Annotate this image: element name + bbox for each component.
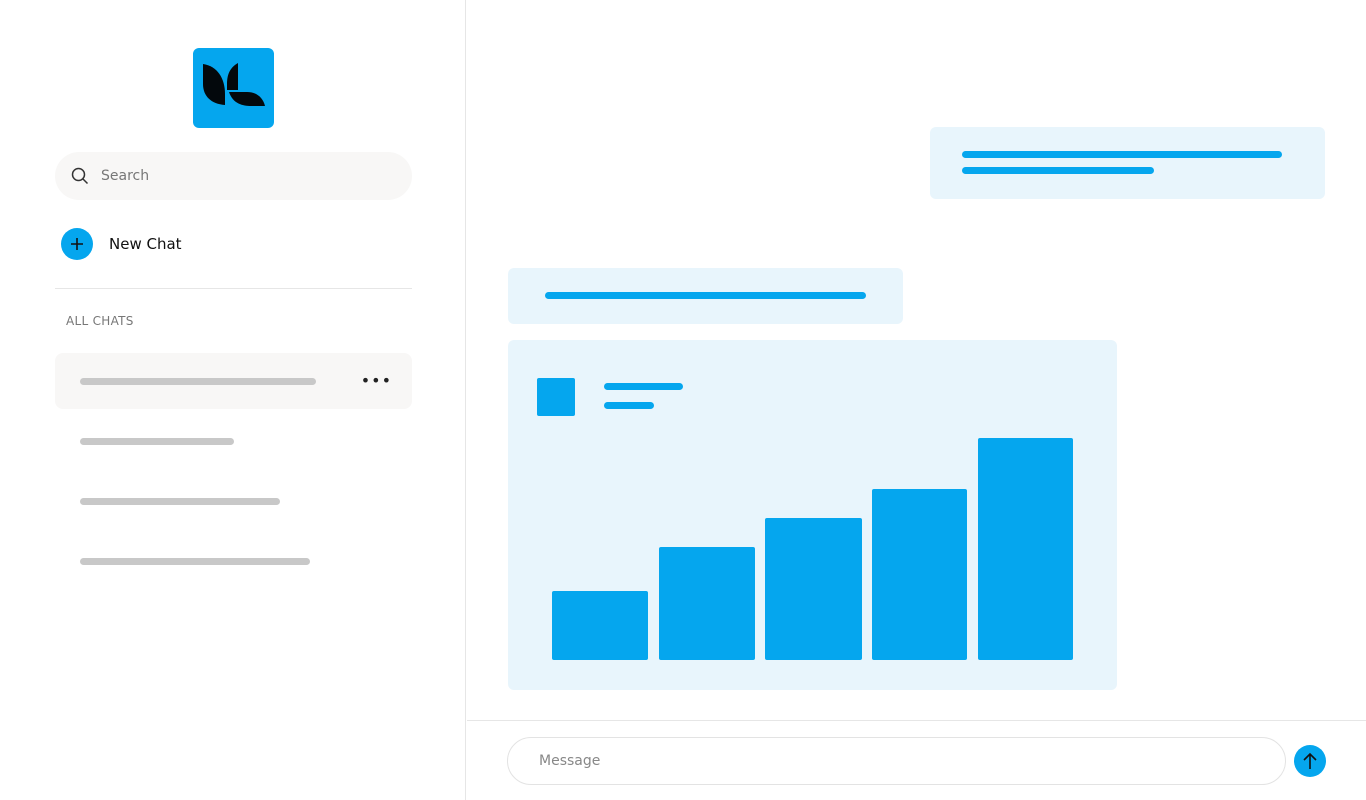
text-placeholder (604, 402, 654, 409)
text-placeholder (545, 292, 866, 299)
chart-bar (872, 489, 967, 660)
chat-item[interactable] (55, 533, 412, 589)
plus-icon (61, 228, 93, 260)
chat-title-placeholder (80, 438, 234, 445)
chart-bar (552, 591, 648, 660)
chart-card (508, 340, 1117, 690)
chat-title-placeholder (80, 558, 310, 565)
text-placeholder (962, 151, 1282, 158)
chat-item[interactable] (55, 413, 412, 469)
chat-title-placeholder (80, 498, 280, 505)
search-input[interactable] (101, 168, 381, 184)
search-bar[interactable] (55, 152, 412, 200)
assistant-message-bubble (508, 268, 903, 324)
sidebar: New Chat ALL CHATS ••• (0, 0, 466, 800)
leaf-logo-icon (203, 63, 265, 106)
send-button[interactable] (1294, 745, 1326, 777)
divider (55, 288, 412, 289)
chart-bar (659, 546, 755, 660)
more-horizontal-icon[interactable]: ••• (361, 371, 392, 390)
chart-bar (765, 517, 862, 660)
composer (467, 720, 1366, 800)
chat-item[interactable] (55, 473, 412, 529)
text-placeholder (962, 167, 1154, 174)
arrow-up-icon (1303, 752, 1317, 769)
chat-item[interactable]: ••• (55, 353, 412, 409)
message-input[interactable] (539, 753, 1239, 769)
card-avatar (537, 378, 575, 416)
new-chat-button[interactable]: New Chat (61, 228, 182, 260)
new-chat-label: New Chat (109, 235, 182, 253)
search-icon (71, 167, 89, 185)
chat-title-placeholder (80, 378, 316, 385)
user-message-bubble (930, 127, 1325, 199)
text-placeholder (604, 383, 683, 390)
message-field[interactable] (507, 737, 1286, 785)
chart-bar (978, 438, 1073, 660)
section-title: ALL CHATS (66, 314, 134, 328)
app-logo (193, 48, 274, 128)
